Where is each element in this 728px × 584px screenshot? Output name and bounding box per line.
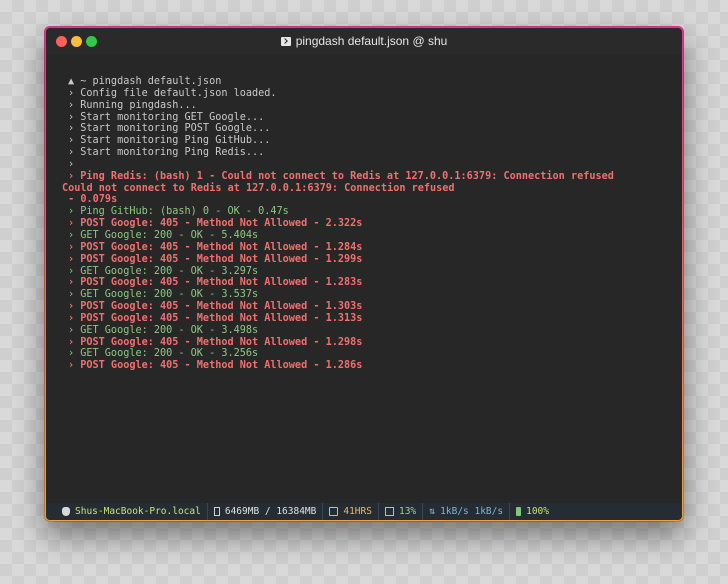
- cpu-value: 13%: [398, 506, 417, 517]
- status-host: Shus-MacBook-Pro.local: [56, 503, 208, 520]
- status-memory: 6469MB / 16384MB: [208, 503, 324, 520]
- console-line: › POST Google: 405 - Method Not Allowed …: [68, 277, 363, 289]
- console-line: › Start monitoring GET Google...: [68, 111, 265, 123]
- status-network: ⇅ 1kB/s 1kB/s: [423, 503, 511, 520]
- console-line: › POST Google: 405 - Method Not Allowed …: [68, 301, 363, 313]
- title-bar: pingdash default.json @ shu: [46, 28, 682, 54]
- status-battery: 100%: [510, 503, 555, 520]
- host-name: Shus-MacBook-Pro.local: [75, 506, 201, 517]
- console-line: › GET Google: 200 - OK - 3.256s: [68, 348, 259, 360]
- memory-icon: [213, 507, 220, 516]
- console-line: › Running pingdash...: [68, 99, 197, 111]
- window-title: pingdash default.json @ shu: [46, 34, 682, 48]
- status-uptime: 41HRS: [323, 503, 379, 520]
- console-line: › POST Google: 405 - Method Not Allowed …: [68, 253, 363, 265]
- console-line: › Ping GitHub: (bash) 0 - OK - 0.47s: [68, 206, 289, 218]
- status-cpu: 13%: [379, 503, 424, 520]
- terminal-output[interactable]: ▲ ~ pingdash default.json › Config file d…: [62, 76, 672, 372]
- console-line: ▲ ~ pingdash default.json: [68, 76, 222, 87]
- battery-icon: [516, 507, 522, 516]
- console-line: › POST Google: 405 - Method Not Allowed …: [68, 241, 363, 253]
- console-line: › POST Google: 405 - Method Not Allowed …: [68, 218, 363, 230]
- console-line: › GET Google: 200 - OK - 3.537s: [68, 289, 259, 301]
- status-bar: Shus-MacBook-Pro.local 6469MB / 16384MB …: [46, 503, 682, 520]
- terminal-window: pingdash default.json @ shu ▲ ~ pingdash…: [44, 26, 684, 522]
- console-line: › POST Google: 405 - Method Not Allowed …: [68, 312, 363, 324]
- console-line: Could not connect to Redis at 127.0.0.1:…: [62, 182, 455, 194]
- apple-icon: [62, 507, 70, 516]
- console-line: › Start monitoring Ping GitHub...: [68, 135, 271, 147]
- console-line: › Config file default.json loaded.: [68, 87, 277, 99]
- console-line: › GET Google: 200 - OK - 5.404s: [68, 229, 259, 241]
- console-line: › GET Google: 200 - OK - 3.297s: [68, 265, 259, 277]
- console-line: › POST Google: 405 - Method Not Allowed …: [68, 336, 363, 348]
- terminal-icon: [280, 37, 291, 46]
- console-line: - 0.079s: [62, 194, 118, 206]
- memory-usage: 6469MB / 16384MB: [224, 506, 317, 517]
- network-value: 1kB/s 1kB/s: [440, 506, 504, 517]
- console-line: ›: [68, 158, 75, 170]
- console-line: › GET Google: 200 - OK - 3.498s: [68, 324, 259, 336]
- window-title-text: pingdash default.json @ shu: [295, 34, 448, 48]
- network-arrows-icon: ⇅: [429, 506, 436, 517]
- uptime-value: 41HRS: [343, 506, 372, 517]
- console-line: › Start monitoring Ping Redis...: [68, 147, 265, 159]
- console-line: › Ping Redis: (bash) 1 - Could not conne…: [68, 170, 614, 182]
- battery-value: 100%: [526, 506, 549, 517]
- clock-icon: [329, 507, 339, 516]
- cpu-icon: [384, 507, 394, 516]
- console-line: › POST Google: 405 - Method Not Allowed …: [68, 360, 363, 372]
- console-line: › Start monitoring POST Google...: [68, 123, 271, 135]
